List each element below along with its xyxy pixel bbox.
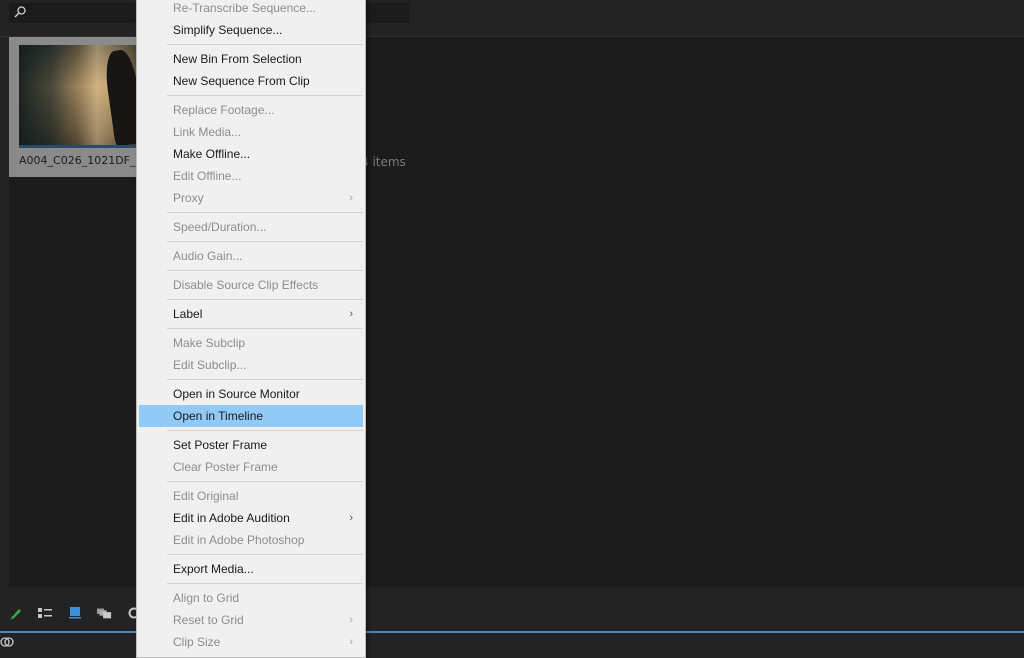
menu-separator [167, 554, 363, 555]
menu-item-edit-subclip: Edit Subclip... [139, 354, 363, 376]
menu-separator [167, 430, 363, 431]
pencil-icon[interactable] [8, 606, 24, 620]
menu-item-new-sequence-from-clip[interactable]: New Sequence From Clip [139, 70, 363, 92]
menu-item-edit-in-adobe-audition[interactable]: Edit in Adobe Audition › [139, 507, 363, 529]
freeform-view-icon[interactable] [96, 606, 112, 620]
menu-item-label: Audio Gain... [173, 249, 243, 263]
menu-item-label: Speed/Duration... [173, 220, 267, 234]
menu-item-label: Re-Transcribe Sequence... [173, 1, 316, 15]
menu-item-label: Reset to Grid [173, 613, 244, 627]
clip-name: A004_C026_1021DF_001 [19, 154, 147, 167]
menu-separator [167, 270, 363, 271]
icon-view-icon[interactable] [67, 606, 83, 620]
menu-item-label: Open in Source Monitor [173, 387, 300, 401]
menu-separator [167, 299, 363, 300]
menu-item-audio-gain: Audio Gain... [139, 245, 363, 267]
submenu-chevron-icon: › [349, 512, 353, 524]
menu-separator [167, 379, 363, 380]
menu-item-label: Make Subclip [173, 336, 246, 350]
menu-item-label: Clear Poster Frame [173, 460, 278, 474]
menu-item-label[interactable]: Label › [139, 303, 363, 325]
menu-item-label: Proxy [173, 191, 204, 205]
menu-item-make-offline[interactable]: Make Offline... [139, 143, 363, 165]
menu-item-label: Edit Offline... [173, 169, 242, 183]
menu-item-label: Simplify Sequence... [173, 23, 283, 37]
menu-item-disable-source-clip-effects: Disable Source Clip Effects [139, 274, 363, 296]
menu-separator [167, 212, 363, 213]
search-icon [14, 6, 26, 18]
menu-item-label: Edit Original [173, 489, 239, 503]
menu-item-label: Make Offline... [173, 147, 251, 161]
menu-item-label: Export Media... [173, 562, 254, 576]
menu-item-link-media: Link Media... [139, 121, 363, 143]
submenu-chevron-icon: › [349, 614, 353, 626]
menu-item-label: New Sequence From Clip [173, 74, 310, 88]
menu-item-new-bin-from-selection[interactable]: New Bin From Selection [139, 48, 363, 70]
menu-separator [167, 95, 363, 96]
menu-item-label: Edit in Adobe Photoshop [173, 533, 305, 547]
context-menu: Re-Transcribe Sequence... Simplify Sequen… [136, 0, 366, 658]
menu-item-label: Align to Grid [173, 591, 240, 605]
menu-item-label: Replace Footage... [173, 103, 275, 117]
clip-thumbnail-tile[interactable]: A004_C026_1021DF_001 [9, 37, 149, 177]
menu-item-re-transcribe-sequence: Re-Transcribe Sequence... [139, 0, 363, 19]
menu-item-edit-offline: Edit Offline... [139, 165, 363, 187]
menu-separator [167, 328, 363, 329]
menu-item-reset-to-grid: Reset to Grid › [139, 609, 363, 631]
menu-item-label: Clip Size [173, 635, 221, 649]
menu-item-label: Edit Subclip... [173, 358, 247, 372]
menu-item-clear-poster-frame: Clear Poster Frame [139, 456, 363, 478]
menu-item-export-media[interactable]: Export Media... [139, 558, 363, 580]
menu-item-simplify-sequence[interactable]: Simplify Sequence... [139, 19, 363, 41]
menu-item-replace-footage: Replace Footage... [139, 99, 363, 121]
menu-item-speed-duration: Speed/Duration... [139, 216, 363, 238]
menu-item-make-subclip: Make Subclip [139, 332, 363, 354]
items-count: 4 items [361, 155, 406, 169]
menu-item-label: Edit in Adobe Audition [173, 511, 290, 525]
menu-separator [167, 583, 363, 584]
submenu-chevron-icon: › [349, 192, 353, 204]
menu-item-edit-original: Edit Original [139, 485, 363, 507]
menu-item-edit-in-adobe-photoshop: Edit in Adobe Photoshop [139, 529, 363, 551]
clip-thumbnail-image [19, 45, 149, 148]
menu-item-align-to-grid: Align to Grid [139, 587, 363, 609]
menu-item-label: Set Poster Frame [173, 438, 268, 452]
menu-separator [167, 241, 363, 242]
menu-item-label: Link Media... [173, 125, 242, 139]
menu-item-open-in-timeline[interactable]: Open in Timeline [139, 405, 363, 427]
creative-cloud-icon[interactable] [0, 635, 14, 649]
menu-separator [167, 44, 363, 45]
menu-item-proxy: Proxy › [139, 187, 363, 209]
menu-separator [167, 481, 363, 482]
menu-item-set-poster-frame[interactable]: Set Poster Frame [139, 434, 363, 456]
menu-item-open-in-source-monitor[interactable]: Open in Source Monitor [139, 383, 363, 405]
submenu-chevron-icon: › [349, 308, 353, 320]
list-view-icon[interactable] [37, 606, 53, 620]
menu-item-label: New Bin From Selection [173, 52, 302, 66]
menu-item-label: Open in Timeline [173, 409, 264, 423]
menu-item-label: Label [173, 307, 203, 321]
menu-item-label: Disable Source Clip Effects [173, 278, 319, 292]
